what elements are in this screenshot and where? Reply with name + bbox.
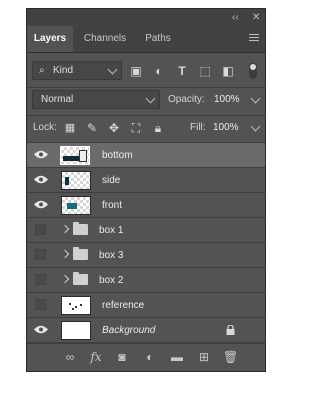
chevron-down-icon[interactable] <box>250 93 261 104</box>
visibility-eye-icon[interactable] <box>34 175 48 184</box>
layer-name[interactable]: reference <box>102 300 144 311</box>
search-icon: ⌕ <box>39 65 45 76</box>
tab-channels[interactable]: Channels <box>77 26 133 52</box>
layer-row-box-1[interactable]: box 1 <box>27 218 265 243</box>
group-name[interactable]: box 1 <box>99 225 123 236</box>
folder-icon <box>73 272 88 285</box>
layer-row-bottom[interactable]: bottom <box>27 143 265 168</box>
expand-caret-icon[interactable] <box>60 249 70 259</box>
blend-mode-select[interactable]: Normal <box>32 90 160 109</box>
lock-artboard-icon[interactable]: ⛶ <box>129 121 143 135</box>
new-layer-icon[interactable]: ⊞ <box>197 350 211 364</box>
lock-row: Lock: ▦ ✎ ✥ ⛶ 🔒︎ Fill: 100% <box>27 117 265 139</box>
layers-panel: ‹‹ ✕ Layers Channels Paths ⌕ Kind ▣ ◐ T … <box>26 8 266 372</box>
panel-titlebar: ‹‹ ✕ <box>27 9 265 26</box>
new-group-folder-icon[interactable]: ▬ <box>170 350 184 364</box>
folder-icon <box>73 247 88 260</box>
layer-row-background[interactable]: Background <box>27 318 265 343</box>
layer-row-reference[interactable]: reference <box>27 293 265 318</box>
fill-label: Fill: <box>190 122 206 133</box>
visibility-toggle[interactable] <box>35 299 46 310</box>
shape-filter-icon[interactable]: ⬚ <box>198 64 212 78</box>
chevron-down-icon[interactable] <box>250 121 261 132</box>
type-filter-icon[interactable]: T <box>175 64 189 78</box>
layer-thumbnail <box>60 146 90 165</box>
blend-row: Normal Opacity: 100% <box>27 89 265 111</box>
link-layers-icon[interactable]: ∞ <box>63 350 77 364</box>
adjustment-filter-icon[interactable]: ◐ <box>152 64 166 78</box>
kind-filter-select[interactable]: ⌕ Kind <box>32 61 122 80</box>
collapse-icon[interactable]: ‹‹ <box>232 10 239 25</box>
visibility-eye-icon[interactable] <box>34 200 48 209</box>
folder-icon <box>73 222 88 235</box>
panel-menu-icon[interactable] <box>249 34 259 42</box>
visibility-toggle[interactable] <box>35 274 46 285</box>
layer-thumbnail <box>61 296 91 315</box>
expand-caret-icon[interactable] <box>60 274 70 284</box>
filter-toggle[interactable] <box>249 63 257 79</box>
opacity-value[interactable]: 100% <box>214 94 240 105</box>
fx-button[interactable]: fx <box>89 350 103 364</box>
lock-transparency-icon[interactable]: ▦ <box>63 121 77 135</box>
kind-label: Kind <box>53 65 74 76</box>
layer-name[interactable]: front <box>102 200 122 211</box>
layer-row-front[interactable]: front <box>27 193 265 218</box>
fill-value[interactable]: 100% <box>213 122 239 133</box>
layer-row-box-2[interactable]: box 2 <box>27 268 265 293</box>
filter-row: ⌕ Kind ▣ ◐ T ⬚ ◧ <box>27 60 265 82</box>
lock-position-icon[interactable]: ✥ <box>107 121 121 135</box>
close-icon[interactable]: ✕ <box>252 10 260 25</box>
chevron-down-icon <box>107 64 118 75</box>
opacity-label: Opacity: <box>168 94 205 105</box>
visibility-toggle[interactable] <box>35 249 46 260</box>
blend-mode-value: Normal <box>41 94 74 105</box>
smart-object-filter-icon[interactable]: ◧ <box>221 64 235 78</box>
tab-paths[interactable]: Paths <box>137 26 179 52</box>
layer-thumbnail <box>61 321 91 340</box>
trash-icon[interactable]: 🗑︎ <box>223 350 238 364</box>
lock-label: Lock: <box>33 122 57 133</box>
layer-name[interactable]: Background <box>102 325 155 336</box>
layer-name[interactable]: side <box>102 175 120 186</box>
lock-icon[interactable] <box>226 324 235 335</box>
group-name[interactable]: box 3 <box>99 250 123 261</box>
layer-row-side[interactable]: side <box>27 168 265 193</box>
adjustment-layer-icon[interactable]: ◐ <box>143 350 157 364</box>
layer-row-box-3[interactable]: box 3 <box>27 243 265 268</box>
image-filter-icon[interactable]: ▣ <box>129 64 143 78</box>
add-mask-icon[interactable]: ◙ <box>115 350 129 364</box>
group-name[interactable]: box 2 <box>99 275 123 286</box>
visibility-eye-icon[interactable] <box>34 325 48 334</box>
tab-layers[interactable]: Layers <box>27 26 73 52</box>
visibility-eye-icon[interactable] <box>34 150 48 159</box>
visibility-toggle[interactable] <box>35 224 46 235</box>
lock-pixels-icon[interactable]: ✎ <box>85 121 99 135</box>
panel-tabs: Layers Channels Paths <box>27 26 265 53</box>
layer-thumbnail <box>61 196 91 215</box>
layer-name[interactable]: bottom <box>102 150 133 161</box>
lock-all-icon[interactable]: 🔒︎ <box>151 121 165 135</box>
layer-thumbnail <box>61 171 91 190</box>
chevron-down-icon <box>145 93 156 104</box>
panel-footer: ∞ fx ◙ ◐ ▬ ⊞ 🗑︎ <box>27 343 265 371</box>
expand-caret-icon[interactable] <box>60 224 70 234</box>
